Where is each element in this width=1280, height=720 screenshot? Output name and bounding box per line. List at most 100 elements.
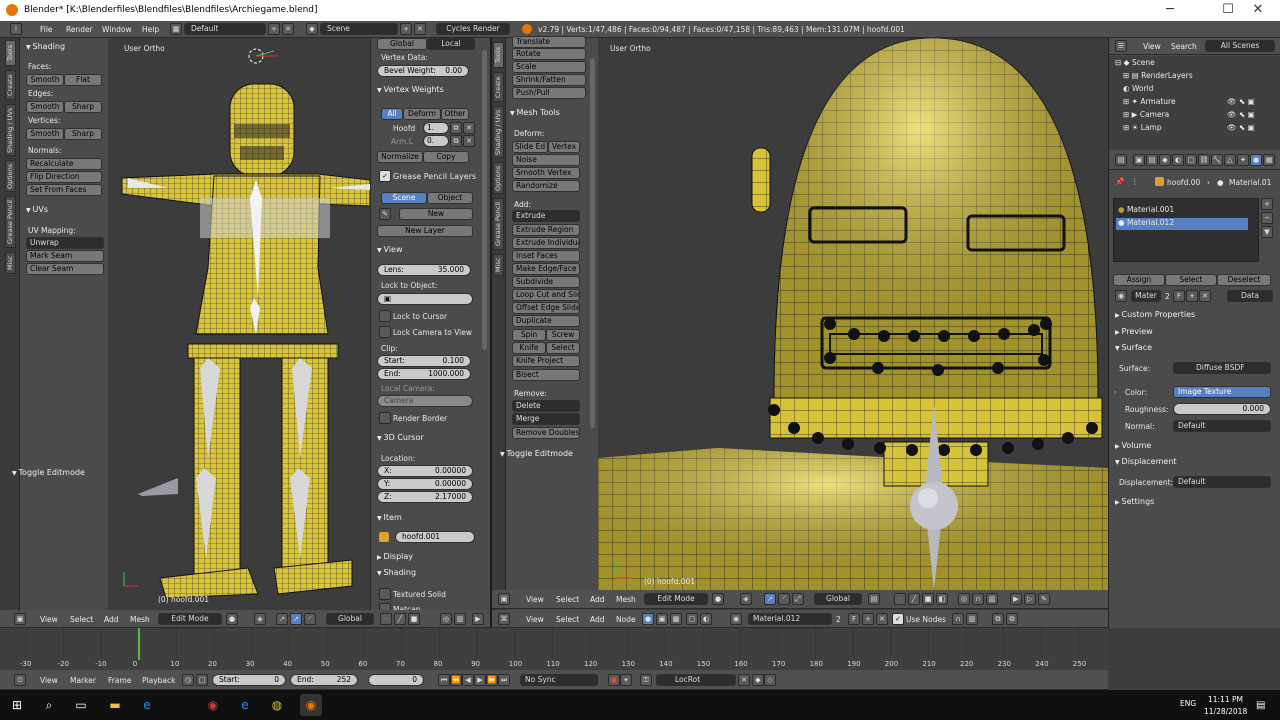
lock-object-field[interactable]: ▣ [377,293,473,305]
tab-misc[interactable]: Misc [5,252,16,274]
magnet-icon[interactable]: ∩ [972,593,984,605]
info-editor-icon[interactable]: i [10,23,22,35]
delete-keyframe-icon[interactable]: ◇ [764,674,776,686]
slide-edge-button[interactable]: Slide Ed [512,141,548,153]
tab-tools-2[interactable]: Tools [493,42,504,68]
vertex-select-icon[interactable]: · [894,593,906,605]
edges-sharp-button[interactable]: Sharp [64,101,102,113]
layout-icon[interactable]: ▦ [170,23,182,35]
outliner-menu-view[interactable]: View [1143,42,1161,51]
shading-sphere-icon-right[interactable]: ● [712,593,724,605]
outliner-editor-icon[interactable]: ☰ [1115,40,1127,52]
extrude-individual-button[interactable]: Extrude Individual [512,237,580,249]
close-button[interactable]: ✕ [1238,2,1278,20]
blender-taskbar-icon[interactable]: ◉ [300,694,322,716]
tab-grease-pencil[interactable]: Grease Pencil [5,196,16,248]
render-engine-select[interactable]: Cycles Render [436,23,510,35]
tab-options[interactable]: Options [5,160,16,192]
shading-props-header[interactable]: Shading [377,568,417,577]
node-menu-add[interactable]: Add [590,615,605,624]
clear-seam-button[interactable]: Clear Seam [26,263,104,275]
keying-set-icon[interactable]: ⚿ [640,674,652,686]
merge-menu[interactable]: Merge [512,413,580,425]
vgroup-arml-weight[interactable]: 0. [423,135,449,147]
unwrap-menu[interactable]: Unwrap [26,237,104,249]
toggle-editmode-header[interactable]: Toggle Editmode [12,468,85,477]
subdivide-button[interactable]: Subdivide [512,276,580,288]
object-tab-icon[interactable]: ▢ [1185,154,1197,166]
file-explorer-icon[interactable]: ▬ [104,694,126,716]
snap-icon[interactable]: ▥ [986,593,998,605]
clock-time[interactable]: 11:11 PM [1208,695,1243,704]
fake-user-button[interactable]: F [848,613,860,625]
grease-pencil-header[interactable]: Grease Pencil Layers [393,172,476,181]
menu-file[interactable]: File [40,25,53,34]
menu-add-left[interactable]: Add [104,615,119,624]
app-icon[interactable]: ◉ [202,694,224,716]
manipulator-icon-right[interactable]: ↗ [764,593,776,605]
proportional-icon[interactable]: ◎ [958,593,970,605]
material-users[interactable]: 2 [1165,292,1170,301]
material-fake-user[interactable]: F [1173,290,1185,302]
tab-options-2[interactable]: Options [493,162,504,194]
outliner-menu-search[interactable]: Search [1171,42,1197,51]
slot-specials-icon[interactable]: ▼ [1261,226,1273,238]
current-frame-marker[interactable] [138,628,140,660]
make-edge-face-button[interactable]: Make Edge/Face [512,263,580,275]
menu-help[interactable]: Help [142,25,159,34]
inset-faces-button[interactable]: Inset Faces [512,250,580,262]
menu-window[interactable]: Window [102,25,132,34]
copy-button[interactable]: Copy [423,151,469,163]
slot-add-icon[interactable]: + [1261,198,1273,210]
slot-row-1[interactable]: ● Material.001 [1118,205,1174,214]
cursor-x-field[interactable]: X: 0.00000 [377,465,473,477]
ie-icon[interactable]: e [234,694,256,716]
edge-icon[interactable]: e [136,694,158,716]
outliner-row-camera[interactable]: ⊞ ▶ Camera [1123,110,1169,119]
slot-row-2-selected[interactable]: ● Material.012 [1116,218,1248,230]
outliner-row-world[interactable]: ◐ World [1123,84,1153,93]
select-button[interactable]: Select [1165,274,1217,286]
current-frame-field[interactable]: 0 [368,674,424,686]
rotate-manip-icon-left[interactable]: ◜ [304,613,316,625]
orientation-select-left[interactable]: Global [326,613,374,625]
shader-nodes-icon[interactable]: ● [642,613,654,625]
layout-select[interactable]: Default [184,23,266,35]
keying-mode-icon[interactable]: ▾ [620,674,632,686]
uvs-panel-header[interactable]: UVs [26,205,49,214]
textured-solid-checkbox[interactable] [379,588,391,600]
vgroup-other-button[interactable]: Other [441,108,469,120]
scene-select[interactable]: Scene [320,23,398,35]
timeline-menu-frame[interactable]: Frame [108,676,131,685]
bevel-weight-field[interactable]: Bevel Weight: 0.00 [377,65,469,77]
timeline-menu-view[interactable]: View [40,676,58,685]
material-add-icon[interactable]: + [862,613,874,625]
n-panel-scrollbar[interactable] [482,50,487,350]
pin-icon[interactable]: 📌 [1115,177,1124,186]
node-menu-view[interactable]: View [526,615,544,624]
texture-tab-icon[interactable]: ▦ [1263,154,1275,166]
vgroup-all-button[interactable]: All [381,108,403,120]
node-menu-select[interactable]: Select [556,615,579,624]
edge-select-icon-left[interactable]: ╱ [394,613,406,625]
render-anim-icon[interactable]: ▷ [1024,593,1036,605]
modifiers-tab-icon[interactable]: 🔧 [1211,154,1223,166]
roughness-field[interactable]: 0.000 [1173,403,1271,415]
displacement-select[interactable]: Default [1173,476,1271,488]
notifications-icon[interactable]: ▤ [1256,700,1265,711]
editor-type-icon-left[interactable]: ▣ [14,613,26,625]
shading-sphere-icon-left[interactable]: ● [226,613,238,625]
render-still-icon[interactable]: ▶ [1010,593,1022,605]
menu-add-right[interactable]: Add [590,595,605,604]
prev-key-icon[interactable]: ⏪ [450,674,462,686]
cursor-z-field[interactable]: Z: 2.17000 [377,491,473,503]
material-new-icon[interactable]: + [1186,290,1198,302]
cursor-y-field[interactable]: Y: 0.00000 [377,478,473,490]
editor-type-icon-right[interactable]: ▣ [498,593,510,605]
tab-misc-2[interactable]: Misc [493,254,504,276]
translate-manip-icon-left[interactable]: ↗ [290,613,302,625]
minimize-button[interactable]: ─ [1150,2,1190,20]
clip-start-field[interactable]: Start: 0.100 [377,355,471,367]
normalize-button[interactable]: Normalize [377,151,423,163]
extrude-menu[interactable]: Extrude [512,210,580,222]
